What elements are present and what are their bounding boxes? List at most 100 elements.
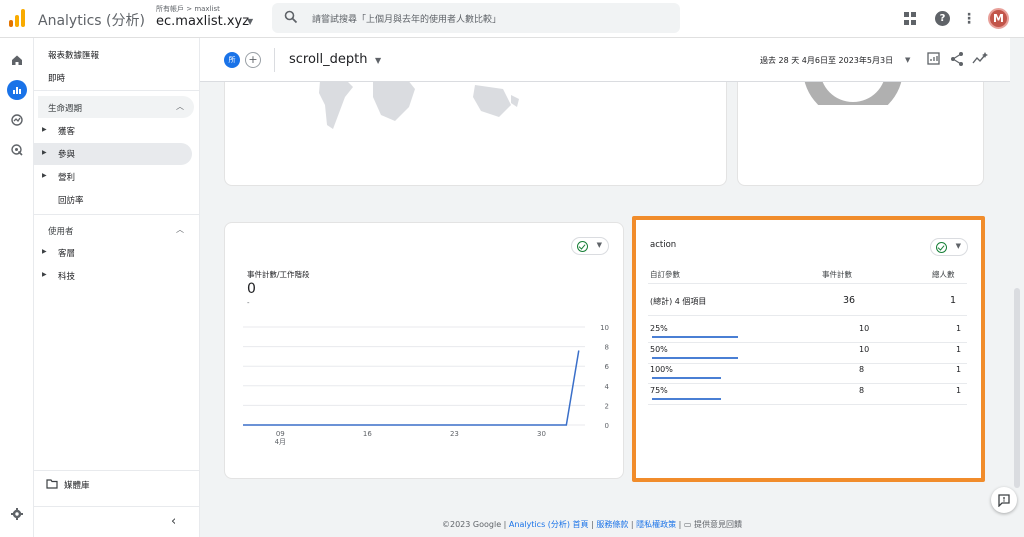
donut-card bbox=[737, 68, 984, 186]
nav-item-demographics[interactable]: ▶ 客層 bbox=[34, 242, 192, 264]
nav-item-retention[interactable]: 回訪率 bbox=[34, 189, 192, 211]
top-bar: Analytics (分析) 所有帳戶 > maxlist ec.maxlist… bbox=[0, 0, 1024, 38]
help-icon[interactable]: ? bbox=[935, 11, 950, 26]
chevron-down-icon[interactable]: ▼ bbox=[905, 56, 910, 64]
report-header: 所 + scroll_depth ▼ 過去 28 天 4月6日至 2023年5月… bbox=[200, 38, 1010, 82]
table-row[interactable]: 25% 10 1 bbox=[636, 324, 981, 344]
more-vert-icon[interactable]: ⋮ bbox=[962, 9, 976, 29]
footer-privacy-link[interactable]: 隱私權政策 bbox=[636, 520, 676, 529]
column-header-custom-param[interactable]: 自訂參數 bbox=[650, 269, 680, 280]
feedback-icon bbox=[998, 494, 1010, 507]
row-bar bbox=[652, 356, 738, 359]
app-title: Analytics (分析) bbox=[38, 13, 145, 29]
table-row[interactable]: 100% 8 1 bbox=[636, 365, 981, 385]
chevron-up-icon: ︿ bbox=[176, 102, 184, 111]
divider bbox=[34, 470, 200, 471]
nav-item-label: 回訪率 bbox=[58, 196, 84, 206]
footer-home-link[interactable]: Analytics (分析) 首頁 bbox=[509, 520, 589, 529]
row-events: 10 bbox=[859, 324, 870, 333]
nav-section-label: 生命週期 bbox=[48, 104, 83, 114]
nav-item-tech[interactable]: ▶ 科技 bbox=[34, 265, 192, 287]
search-box[interactable]: 請嘗試搜尋「上個月與去年的使用者人數比較」 bbox=[272, 3, 680, 33]
nav-section-label: 使用者 bbox=[48, 227, 74, 237]
check-circle-icon bbox=[936, 242, 947, 253]
footer-terms-link[interactable]: 服務條款 bbox=[596, 520, 628, 529]
nav-item-engagement[interactable]: ▶ 參與 bbox=[34, 143, 192, 165]
report-title[interactable]: scroll_depth bbox=[289, 52, 368, 67]
y-tick-label: 10 bbox=[600, 324, 609, 332]
nav-item-monetization[interactable]: ▶ 營利 bbox=[34, 166, 192, 188]
table-row[interactable]: 50% 10 1 bbox=[636, 345, 981, 365]
y-tick-label: 4 bbox=[605, 383, 610, 391]
chevron-down-icon[interactable]: ▼ bbox=[247, 17, 253, 26]
insights-icon[interactable] bbox=[972, 51, 988, 67]
table-row[interactable]: 75% 8 1 bbox=[636, 386, 981, 406]
divider bbox=[34, 90, 200, 91]
series-line bbox=[243, 350, 580, 426]
avatar[interactable]: M bbox=[988, 8, 1009, 29]
nav-item-label: 科技 bbox=[58, 272, 76, 282]
x-tick-label: 16 bbox=[363, 430, 372, 438]
nav-item-realtime[interactable]: 即時 bbox=[48, 72, 65, 84]
column-header-event-count[interactable]: 事件計數 bbox=[822, 269, 852, 280]
divider bbox=[648, 362, 967, 364]
row-users: 1 bbox=[956, 324, 962, 333]
apps-icon[interactable] bbox=[904, 12, 917, 25]
search-input[interactable]: 請嘗試搜尋「上個月與去年的使用者人數比較」 bbox=[312, 12, 501, 25]
divider bbox=[648, 403, 967, 405]
x-month-label: 4月 bbox=[275, 438, 286, 446]
footer-feedback-link[interactable]: 提供意見回饋 bbox=[694, 520, 742, 529]
nav-section-user[interactable]: 使用者 ︿ bbox=[38, 219, 194, 241]
map-card bbox=[224, 68, 727, 186]
expand-arrow-icon: ▶ bbox=[42, 248, 47, 255]
footer-separator: | bbox=[676, 520, 684, 529]
analytics-logo[interactable] bbox=[9, 9, 25, 27]
nav-item-label: 營利 bbox=[58, 173, 76, 183]
advertising-icon[interactable] bbox=[7, 140, 27, 160]
reports-icon[interactable] bbox=[7, 80, 27, 100]
scrollbar-thumb[interactable] bbox=[1014, 288, 1020, 488]
search-icon bbox=[284, 10, 298, 24]
column-header-total-users[interactable]: 總人數 bbox=[932, 269, 955, 280]
feedback-icon: ▭ bbox=[683, 520, 695, 529]
divider bbox=[648, 342, 967, 343]
row-events: 8 bbox=[859, 365, 865, 374]
row-users: 1 bbox=[956, 385, 962, 395]
chevron-down-icon[interactable]: ▼ bbox=[375, 56, 381, 65]
explore-icon[interactable] bbox=[7, 110, 27, 130]
total-row-label: (總計) 4 個項目 bbox=[650, 297, 707, 306]
expand-arrow-icon: ▶ bbox=[42, 149, 47, 156]
add-comparison-button[interactable]: + bbox=[245, 52, 261, 68]
customize-report-icon[interactable] bbox=[926, 51, 942, 67]
y-tick-label: 2 bbox=[605, 402, 609, 410]
y-tick-label: 0 bbox=[605, 422, 609, 430]
share-icon[interactable] bbox=[949, 51, 965, 67]
y-tick-label: 6 bbox=[605, 363, 610, 371]
expand-arrow-icon: ▶ bbox=[42, 126, 47, 133]
chevron-down-icon: ▼ bbox=[955, 242, 961, 250]
date-range-selector[interactable]: 過去 28 天 4月6日至 2023年5月3日 bbox=[760, 55, 893, 66]
card-settings-chip[interactable]: ▼ bbox=[930, 238, 968, 256]
world-map bbox=[319, 79, 519, 129]
nav-item-label: 參與 bbox=[58, 150, 76, 160]
folder-icon bbox=[46, 479, 58, 489]
comparison-chip[interactable]: 所 bbox=[224, 52, 240, 68]
property-selector[interactable]: ec.maxlist.xyz bbox=[156, 14, 249, 29]
row-label: 100% bbox=[650, 365, 673, 374]
divider bbox=[648, 315, 967, 316]
feedback-button[interactable] bbox=[991, 487, 1017, 513]
total-users: 1 bbox=[950, 295, 957, 306]
collapse-nav-chevron-icon[interactable]: ‹ bbox=[171, 514, 176, 529]
nav-item-acquisition[interactable]: ▶ 獲客 bbox=[34, 120, 192, 142]
home-icon[interactable] bbox=[7, 50, 27, 70]
nav-section-title: 報表數據匯報 bbox=[48, 51, 100, 61]
reports-nav: 報表數據匯報 即時 生命週期 ︿ ▶ 獲客 ▶ 參與 ▶ 營利 回訪率 使用者 … bbox=[34, 38, 200, 537]
nav-section-lifecycle[interactable]: 生命週期 ︿ bbox=[38, 96, 194, 118]
divider bbox=[648, 383, 967, 384]
settings-gear-icon[interactable] bbox=[7, 504, 27, 524]
expand-arrow-icon: ▶ bbox=[42, 172, 47, 179]
footer: ©2023 Google | Analytics (分析) 首頁 | 服務條款 … bbox=[442, 519, 742, 530]
nav-item-library[interactable]: 媒體庫 bbox=[64, 479, 90, 491]
row-bar bbox=[652, 377, 721, 379]
row-events: 8 bbox=[859, 385, 865, 395]
